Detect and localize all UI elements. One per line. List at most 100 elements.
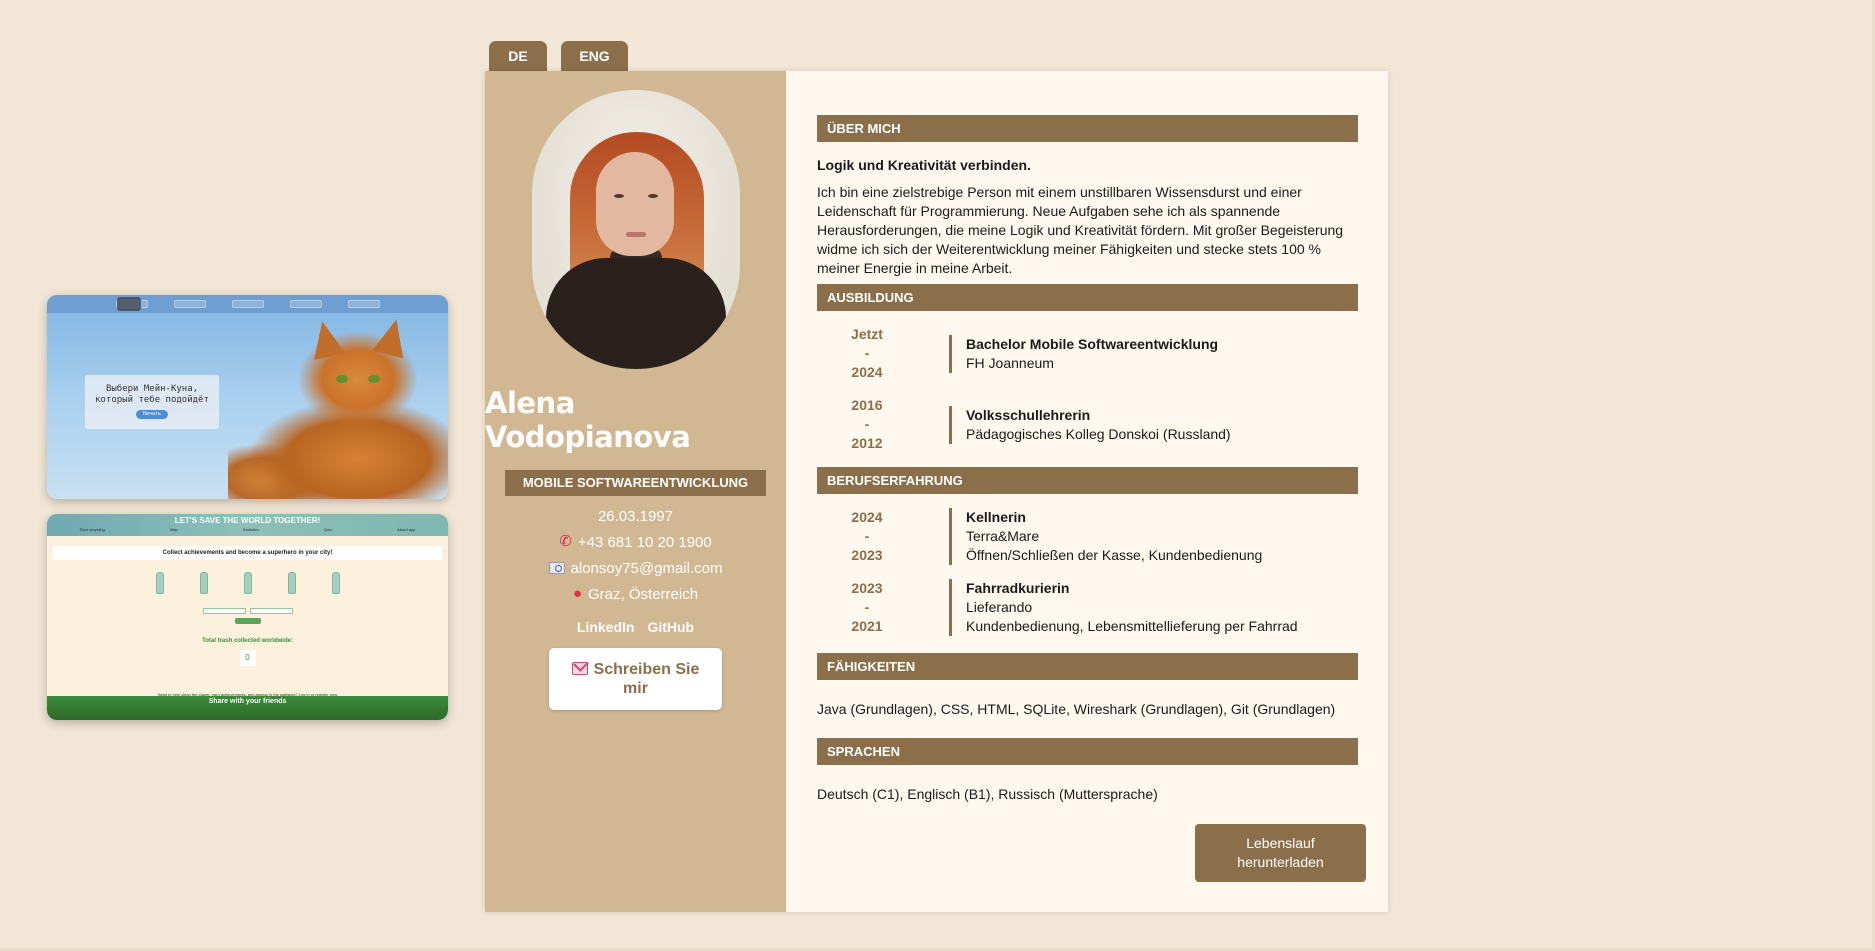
entry-date: 2024 - 2023 <box>817 508 917 565</box>
profile-photo <box>531 90 740 369</box>
preview-eco-header: LET'S SAVE THE WORLD TOGETHER! <box>47 514 448 536</box>
date-from: Jetzt <box>851 326 883 342</box>
download-cv-label-2: herunterladen <box>1237 854 1324 870</box>
phone[interactable]: ✆ +43 681 10 20 1900 <box>559 533 711 551</box>
email-icon <box>548 562 565 574</box>
preview-eco-nav: Start recycling Map Statistics Quiz Abou… <box>47 527 448 532</box>
preview-eco-total: Total trash collected worldwide: <box>202 638 293 644</box>
entry-date: Jetzt - 2024 <box>817 325 917 382</box>
social-links: LinkedIn GitHub <box>577 619 694 635</box>
github-link[interactable]: GitHub <box>647 619 694 635</box>
entry-date: 2016 - 2012 <box>817 396 917 453</box>
entry-body: Kellnerin Terra&Mare Öffnen/Schließen de… <box>949 508 1262 565</box>
location: ● Graz, Österreich <box>573 585 698 603</box>
entry-body: Fahrradkurierin Lieferando Kundenbedienu… <box>949 579 1298 636</box>
write-me-label-2: mir <box>623 680 648 697</box>
date-to: 2012 <box>851 435 883 451</box>
entry-title: Kellnerin <box>966 509 1026 525</box>
entry-place: Pädagogisches Kolleg Donskoi (Russland) <box>966 425 1231 442</box>
preview-eco-count: 0 <box>239 650 256 666</box>
date-from: 2023 <box>851 580 883 596</box>
location-pin-icon: ● <box>572 585 583 602</box>
phone-icon: ✆ <box>559 533 572 550</box>
preview-nav-item: Quiz <box>323 527 333 532</box>
date-sep: - <box>864 416 870 432</box>
education-list: Jetzt - 2024 Bachelor Mobile Softwareent… <box>817 325 1358 453</box>
experience-list: 2024 - 2023 Kellnerin Terra&Mare Öffnen/… <box>817 508 1358 636</box>
date-sep: - <box>864 528 870 544</box>
education-entry: 2016 - 2012 Volksschullehrerin Pädagogis… <box>817 396 1358 453</box>
download-cv-label-1: Lebenslauf <box>1246 835 1315 851</box>
preview-logo <box>117 297 141 311</box>
date-sep: - <box>864 345 870 361</box>
preview-nav-item: About app <box>397 527 416 532</box>
preview-hero-box: Выбери Мейн-Куна, который тебе подойдёт … <box>85 375 219 429</box>
email-text: alonsoy75@gmail.com <box>570 559 723 577</box>
phone-text: +43 681 10 20 1900 <box>577 533 712 551</box>
tab-eng[interactable]: ENG <box>561 41 628 71</box>
bottle-icon <box>243 572 252 594</box>
download-cv-button[interactable]: Lebenslauf herunterladen <box>1195 824 1366 882</box>
preview-eco-banner: Collect achievements and become a superh… <box>53 546 442 560</box>
section-languages-heading: SPRACHEN <box>817 738 1358 765</box>
bottle-icon <box>199 572 208 594</box>
contact-info: 26.03.1997 ✆ +43 681 10 20 1900 alonsoy75… <box>548 507 723 603</box>
date-from: 2024 <box>851 509 883 525</box>
bottle-icons <box>47 572 448 594</box>
profile-name: Alena Vodopianova <box>485 386 691 454</box>
project-preview-eco[interactable]: LET'S SAVE THE WORLD TOGETHER! Start rec… <box>47 514 448 720</box>
cv-sidebar: Alena Vodopianova MOBILE SOFTWAREENTWICK… <box>485 71 786 912</box>
entry-place: Lieferando <box>966 599 1033 615</box>
entry-desc: Kundenbedienung, Lebensmittellieferung p… <box>966 618 1298 634</box>
skills-text: Java (Grundlagen), CSS, HTML, SQLite, Wi… <box>817 701 1336 717</box>
section-experience-heading: BERUFSERFAHRUNG <box>817 467 1358 494</box>
project-preview-cat[interactable]: Выбери Мейн-Куна, который тебе подойдёт … <box>47 295 448 499</box>
preview-eco-button <box>234 618 261 624</box>
cat-image <box>228 309 448 499</box>
date-from: 2016 <box>851 397 883 413</box>
write-me-button[interactable]: Schreiben Sie mir <box>549 648 722 710</box>
entry-body: Bachelor Mobile Softwareentwicklung FH J… <box>949 334 1219 373</box>
date-sep: - <box>864 599 870 615</box>
write-me-label-1: Schreiben Sie <box>593 661 700 678</box>
birthdate-text: 26.03.1997 <box>597 507 674 525</box>
about-text: Ich bin eine zielstrebige Person mit ein… <box>817 184 1344 276</box>
date-to: 2023 <box>851 547 883 563</box>
preview-nav-item: Start recycling <box>79 527 105 532</box>
email[interactable]: alonsoy75@gmail.com <box>548 559 723 577</box>
entry-place: FH Joanneum <box>966 354 1054 371</box>
envelope-icon <box>571 662 588 675</box>
date-to: 2024 <box>851 364 883 380</box>
preview-nav-item: Map <box>169 527 178 532</box>
experience-entry: 2023 - 2021 Fahrradkurierin Lieferando K… <box>817 579 1358 636</box>
birthdate: 26.03.1997 <box>598 507 673 525</box>
location-text: Graz, Österreich <box>588 585 699 603</box>
entry-date: 2023 - 2021 <box>817 579 917 636</box>
section-about-heading: ÜBER MICH <box>817 115 1358 142</box>
preview-eco-footer: Share with your friends <box>47 696 448 720</box>
cv-main: ÜBER MICH Logik und Kreativität verbinde… <box>786 71 1388 912</box>
entry-title: Fahrradkurierin <box>966 580 1070 596</box>
profile-role: MOBILE SOFTWAREENTWICKLUNG <box>505 470 766 496</box>
preview-eco-form <box>202 608 293 614</box>
about-title: Logik und Kreativität verbinden. <box>817 157 1031 173</box>
date-to: 2021 <box>851 618 883 634</box>
cv-card: Alena Vodopianova MOBILE SOFTWAREENTWICK… <box>485 71 1388 912</box>
tab-de[interactable]: DE <box>489 41 547 71</box>
preview-hero-button: Начать <box>136 410 168 419</box>
entry-desc: Öffnen/Schließen der Kasse, Kundenbedien… <box>966 547 1263 563</box>
entry-title: Bachelor Mobile Softwareentwicklung <box>966 335 1219 352</box>
section-skills-heading: FÄHIGKEITEN <box>817 653 1358 680</box>
preview-nav-item: Statistics <box>242 527 259 532</box>
entry-title: Volksschullehrerin <box>966 406 1091 423</box>
section-education-heading: AUSBILDUNG <box>817 284 1358 311</box>
entry-body: Volksschullehrerin Pädagogisches Kolleg … <box>949 405 1231 444</box>
bottle-icon <box>331 572 340 594</box>
linkedin-link[interactable]: LinkedIn <box>577 619 635 635</box>
entry-place: Terra&Mare <box>966 528 1040 544</box>
languages-text: Deutsch (C1), Englisch (B1), Russisch (M… <box>817 786 1158 802</box>
education-entry: Jetzt - 2024 Bachelor Mobile Softwareent… <box>817 325 1358 382</box>
preview-hero-text: Выбери Мейн-Куна, который тебе подойдёт <box>95 384 209 405</box>
bottle-icon <box>287 572 296 594</box>
experience-entry: 2024 - 2023 Kellnerin Terra&Mare Öffnen/… <box>817 508 1358 565</box>
